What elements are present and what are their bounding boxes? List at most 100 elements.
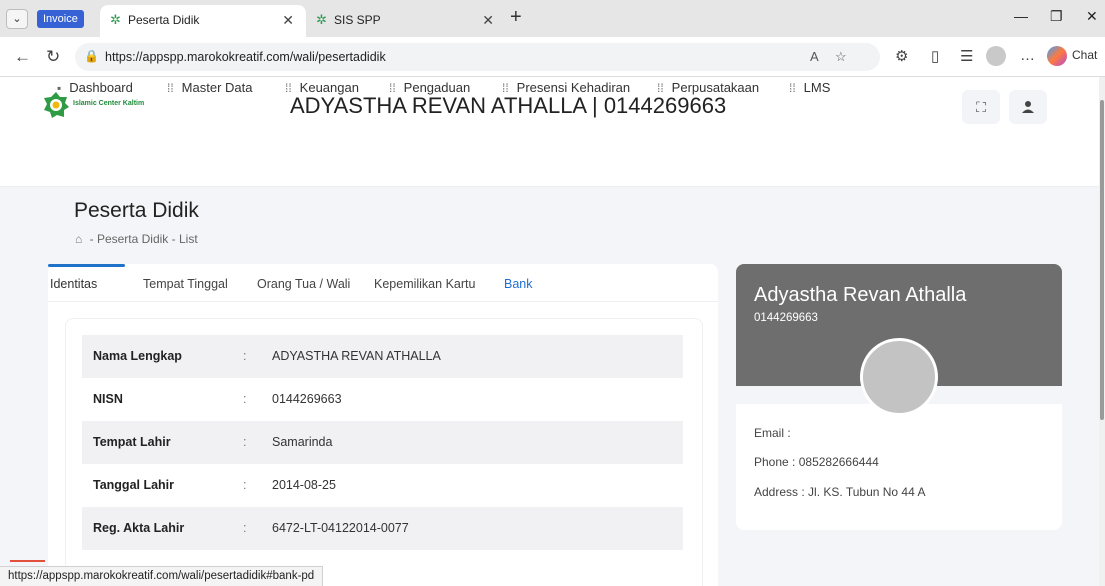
back-arrow-icon[interactable]: ←: [14, 47, 31, 67]
menu-label: Perpusatakaan: [671, 80, 760, 95]
grid-icon: ⁞⁞: [285, 81, 292, 95]
restore-icon[interactable]: ❐: [1050, 8, 1063, 25]
field-colon: :: [243, 392, 247, 406]
field-label: Reg. Akta Lahir: [93, 521, 185, 535]
phone-info: Phone : 085282666444: [754, 455, 879, 469]
table-row: Tanggal Lahir : 2014-08-25: [82, 464, 683, 507]
profile-avatar-icon[interactable]: [986, 46, 1006, 66]
address-field[interactable]: 🔒 https://appspp.marokokreatif.com/wali/…: [75, 43, 880, 71]
active-tab-indicator: [48, 264, 125, 267]
minimize-icon[interactable]: —: [1014, 8, 1028, 24]
profile-card-body: Email : Phone : 085282666444 Address : J…: [736, 404, 1062, 530]
menu-label: Keuangan: [299, 80, 359, 95]
address-info: Address : Jl. KS. Tubun No 44 A: [754, 485, 925, 499]
menu-label: LMS: [803, 80, 831, 95]
home-icon[interactable]: ⌂: [75, 232, 82, 246]
islamic-center-logo-icon[interactable]: [42, 91, 70, 119]
read-aloud-icon[interactable]: A: [810, 49, 819, 64]
phone-label: Phone :: [754, 455, 796, 469]
menu-item-perpustakaan[interactable]: ⁞⁞ Perpusatakaan: [657, 80, 759, 95]
browser-tab-inactive[interactable]: ✲ SIS SPP ✕: [306, 5, 506, 37]
tab-actions-chevron-icon[interactable]: ⌄: [6, 9, 28, 29]
field-colon: :: [243, 349, 247, 363]
field-colon: :: [243, 435, 247, 449]
favorites-list-icon[interactable]: ☰: [960, 47, 973, 65]
tab-identitas[interactable]: Identitas: [50, 277, 97, 291]
logo-text: Islamic Center Kaltim: [73, 100, 145, 107]
tab-bank[interactable]: Bank: [504, 277, 533, 291]
browser-tab-title: Peserta Didik: [128, 13, 200, 27]
menu-label: Pengaduan: [403, 80, 471, 95]
header-title: ADYASTHA REVAN ATHALLA | 0144269663: [290, 93, 727, 118]
field-value: 0144269663: [272, 392, 342, 406]
refresh-icon[interactable]: ↻: [46, 47, 60, 67]
breadcrumb: ⌂ - Peserta Didik - List: [75, 232, 198, 246]
fullscreen-icon[interactable]: ⛶: [962, 90, 1000, 124]
field-value: 2014-08-25: [272, 478, 336, 492]
menu-item-dashboard[interactable]: ▪ Dashboard: [57, 80, 133, 95]
field-label: Tanggal Lahir: [93, 478, 175, 492]
site-info-icon[interactable]: 🔒: [84, 49, 99, 63]
menu-item-pengaduan[interactable]: ⁞⁞ Pengaduan: [389, 80, 470, 95]
menu-label: Dashboard: [69, 80, 133, 95]
tab-kepemilikan-kartu[interactable]: Kepemilikan Kartu: [374, 277, 475, 291]
field-value: Samarinda: [272, 435, 333, 449]
grid-icon: ⁞⁞: [657, 81, 664, 95]
loading-indicator: [10, 560, 45, 562]
copilot-chat-label[interactable]: Chat: [1072, 48, 1097, 62]
phone-value: 085282666444: [798, 455, 879, 469]
grid-icon: ⁞⁞: [167, 81, 174, 95]
site-favicon-icon: ✲: [316, 12, 327, 27]
favorite-star-icon[interactable]: ☆: [835, 49, 847, 65]
browser-tab-title: SIS SPP: [334, 13, 381, 27]
user-profile-icon[interactable]: [1009, 90, 1047, 124]
close-icon[interactable]: ✕: [282, 5, 294, 35]
menu-item-keuangan[interactable]: ⁞⁞ Keuangan: [285, 80, 359, 95]
scrollbar-thumb[interactable]: [1100, 100, 1104, 420]
extensions-icon[interactable]: ⚙: [895, 47, 908, 65]
avatar: [860, 338, 938, 416]
page-title: Peserta Didik: [74, 199, 199, 222]
profile-name: Adyastha Revan Athalla: [754, 284, 967, 306]
window-close-icon[interactable]: ✕: [1086, 8, 1098, 25]
status-bar-url: https://appspp.marokokreatif.com/wali/pe…: [0, 566, 324, 586]
menu-item-lms[interactable]: ⁞⁞ LMS: [789, 80, 830, 95]
profile-nisn: 0144269663: [754, 312, 818, 324]
grid-icon: ⁞⁞: [789, 81, 796, 95]
address-value: Jl. KS. Tubun No 44 A: [808, 485, 926, 499]
url-text: https://appspp.marokokreatif.com/wali/pe…: [105, 50, 386, 64]
more-options-icon[interactable]: …: [1020, 47, 1035, 64]
tab-orang-tua-wali[interactable]: Orang Tua / Wali: [257, 277, 350, 291]
browser-tab-active[interactable]: ✲ Peserta Didik ✕: [100, 5, 306, 37]
site-favicon-icon: ✲: [110, 12, 121, 27]
breadcrumb-item: List: [179, 232, 198, 246]
split-screen-icon[interactable]: ▯: [931, 47, 939, 65]
breadcrumb-separator: -: [171, 232, 179, 246]
table-row: NISN : 0144269663: [82, 378, 683, 421]
new-tab-plus-icon[interactable]: +: [510, 6, 522, 29]
grid-icon: ⁞⁞: [502, 81, 509, 95]
menu-item-master-data[interactable]: ⁞⁞ Master Data: [167, 80, 252, 95]
address-label: Address :: [754, 485, 805, 499]
dashboard-icon: ▪: [57, 81, 62, 95]
close-icon[interactable]: ✕: [482, 5, 494, 35]
table-row: Tempat Lahir : Samarinda: [82, 421, 683, 464]
tab-group-label[interactable]: Invoice: [37, 10, 84, 28]
email-info: Email :: [754, 426, 791, 440]
menu-label: Master Data: [181, 80, 253, 95]
menu-item-presensi[interactable]: ⁞⁞ Presensi Kehadiran: [502, 80, 630, 95]
field-label: Nama Lengkap: [93, 349, 182, 363]
field-label: NISN: [93, 392, 123, 406]
tab-tempat-tinggal[interactable]: Tempat Tinggal: [143, 277, 228, 291]
breadcrumb-item[interactable]: Peserta Didik: [97, 232, 168, 246]
copilot-icon[interactable]: [1047, 46, 1067, 66]
field-value: ADYASTHA REVAN ATHALLA: [272, 349, 441, 363]
browser-toolbar: ← ↻ 🔒 https://appspp.marokokreatif.com/w…: [0, 37, 1105, 77]
breadcrumb-separator: -: [89, 232, 97, 246]
menu-label: Presensi Kehadiran: [516, 80, 631, 95]
field-label: Tempat Lahir: [93, 435, 171, 449]
field-colon: :: [243, 478, 247, 492]
browser-tab-bar: ⌄ Invoice ✲ Peserta Didik ✕ ✲ SIS SPP ✕ …: [0, 0, 1105, 37]
email-label: Email :: [754, 426, 791, 440]
field-value: 6472-LT-04122014-0077: [272, 521, 409, 535]
